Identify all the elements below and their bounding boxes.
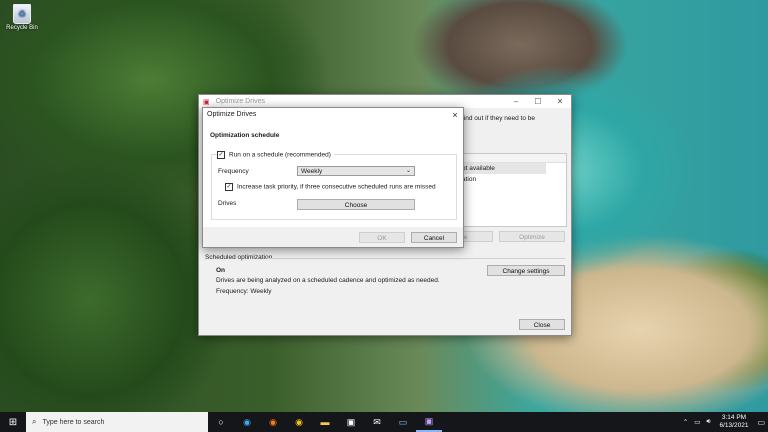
notification-icon[interactable]: ▭ — [757, 418, 765, 427]
schedule-status: On — [216, 267, 226, 274]
scheduled-optimization-heading: Scheduled optimization — [205, 254, 273, 261]
defrag-taskbar-icon[interactable]: ▣ — [416, 412, 442, 432]
header-text: find out if they need to be — [462, 115, 535, 122]
file-explorer-icon[interactable]: ▬ — [312, 417, 338, 427]
search-placeholder: Type here to search — [42, 418, 105, 426]
network-icon[interactable]: ▭ — [694, 418, 700, 426]
close-icon[interactable]: ✕ — [549, 97, 571, 106]
checkbox-check-icon: ✓ — [217, 151, 225, 159]
optimization-schedule-heading: Optimization schedule — [210, 132, 280, 139]
list-item[interactable]: ation — [458, 174, 566, 185]
run-schedule-label: Run on a schedule (recommended) — [229, 151, 331, 159]
clock[interactable]: 3:14 PM 6/13/2021 — [720, 414, 749, 430]
minimize-icon[interactable]: – — [505, 97, 527, 106]
close-button[interactable]: Close — [519, 319, 565, 330]
optimization-schedule-dialog: Optimize Drives × Optimization schedule … — [202, 107, 464, 248]
mail-icon[interactable]: ✉ — [364, 417, 390, 428]
frequency-text: Frequency: Weekly — [216, 288, 272, 295]
defrag-app-icon: ▣ — [203, 98, 210, 106]
analyze-button[interactable]: e — [461, 231, 493, 242]
dialog-title: Optimize Drives — [207, 111, 257, 118]
list-header — [458, 154, 566, 163]
frequency-value: Weekly — [301, 168, 323, 175]
frequency-label: Frequency — [218, 168, 249, 175]
frequency-dropdown[interactable]: Weekly ⌄ — [297, 166, 415, 176]
drives-label: Drives — [218, 200, 237, 207]
drive-list[interactable]: ot available ation — [457, 153, 567, 227]
cancel-button[interactable]: Cancel — [411, 232, 457, 243]
photos-icon[interactable]: ▭ — [390, 417, 416, 428]
checkbox-check-icon: ✓ — [225, 183, 233, 191]
recycle-bin-label: Recycle Bin — [6, 25, 38, 31]
maximize-icon[interactable]: ☐ — [527, 97, 549, 106]
firefox-icon[interactable]: ◉ — [260, 417, 286, 428]
dialog-close-icon[interactable]: × — [447, 110, 463, 120]
run-schedule-checkbox[interactable]: ✓ Run on a schedule (recommended) — [217, 151, 334, 159]
schedule-description: Drives are being analyzed on a scheduled… — [216, 277, 440, 284]
volume-icon[interactable]: 🔊︎ — [706, 418, 710, 426]
increase-priority-checkbox[interactable]: ✓ Increase task priority, if three consec… — [225, 183, 436, 191]
window-title: Optimize Drives — [215, 98, 266, 105]
dialog-titlebar: Optimize Drives × — [203, 108, 463, 121]
chevron-up-icon[interactable]: ⌃ — [683, 418, 688, 426]
list-item[interactable]: ot available — [458, 163, 546, 174]
chevron-down-icon: ⌄ — [405, 168, 411, 174]
choose-button[interactable]: Choose — [297, 199, 415, 210]
edge-icon[interactable]: ◉ — [234, 417, 260, 428]
chrome-icon[interactable]: ◉ — [286, 417, 312, 428]
system-tray: ⌃ ▭ 🔊︎ 3:14 PM 6/13/2021 ▭ — [680, 414, 768, 430]
clock-date: 6/13/2021 — [719, 422, 749, 429]
ok-button[interactable]: OK — [359, 232, 405, 243]
taskbar: ⊞ ⌕ Type here to search ○ ◉ ◉ ◉ ▬ ▣ ✉ ▭ … — [0, 412, 768, 432]
clock-time: 3:14 PM — [721, 414, 747, 421]
recycle-bin[interactable]: ♻ Recycle Bin — [4, 4, 40, 31]
divider — [267, 258, 565, 259]
increase-priority-label: Increase task priority, if three consecu… — [237, 183, 436, 191]
search-icon: ⌕ — [32, 417, 37, 426]
optimize-button[interactable]: Optimize — [499, 231, 565, 242]
store-icon[interactable]: ▣ — [338, 417, 364, 428]
task-view-icon[interactable]: ○ — [208, 417, 234, 427]
windows-start-icon[interactable]: ⊞ — [0, 417, 26, 428]
change-settings-button[interactable]: Change settings — [487, 265, 565, 276]
taskbar-search-box[interactable]: ⌕ Type here to search — [26, 412, 208, 432]
recycle-bin-icon: ♻ — [13, 4, 31, 24]
